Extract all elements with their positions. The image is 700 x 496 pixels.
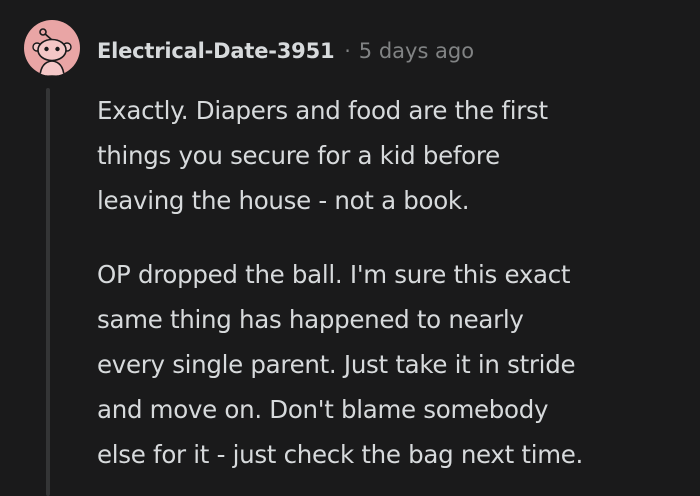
comment-body: Exactly. Diapers and food are the first … bbox=[97, 88, 687, 477]
comment-line: and move on. Don't blame somebody bbox=[97, 395, 549, 424]
comment-paragraph: OP dropped the ball. I'm sure this exact… bbox=[97, 252, 687, 477]
comment-line: same thing has happened to nearly bbox=[97, 305, 524, 334]
username-link[interactable]: Electrical-Date-3951 bbox=[97, 39, 335, 63]
comment-line: things you secure for a kid before bbox=[97, 141, 500, 170]
comment-line: every single parent. Just take it in str… bbox=[97, 350, 576, 379]
comment-meta: Electrical-Date-3951 · 5 days ago bbox=[97, 36, 474, 66]
comment-line: else for it - just check the bag next ti… bbox=[97, 440, 584, 469]
avatar[interactable] bbox=[24, 20, 80, 76]
timestamp[interactable]: 5 days ago bbox=[359, 39, 474, 63]
comment: Electrical-Date-3951 · 5 days ago Exactl… bbox=[0, 0, 700, 496]
reddit-snoo-icon bbox=[32, 28, 72, 76]
comment-paragraph: Exactly. Diapers and food are the first … bbox=[97, 88, 687, 223]
thread-line[interactable] bbox=[46, 88, 50, 496]
comment-line: OP dropped the ball. I'm sure this exact bbox=[97, 260, 571, 289]
comment-line: Exactly. Diapers and food are the first bbox=[97, 96, 548, 125]
comment-line: leaving the house - not a book. bbox=[97, 186, 470, 215]
meta-separator: · bbox=[344, 39, 351, 63]
